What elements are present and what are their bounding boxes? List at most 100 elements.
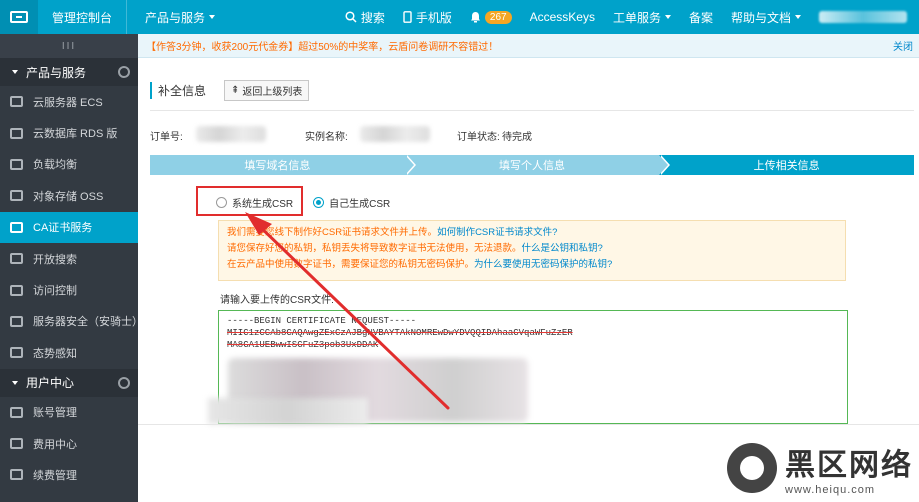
csr-line: -----BEGIN CERTIFICATE REQUEST-----: [227, 316, 417, 326]
record-link[interactable]: 备案: [680, 0, 722, 34]
progress-steps: 填写域名信息 填写个人信息 上传相关信息: [150, 155, 915, 175]
instance-name-redacted: [360, 126, 430, 142]
order-no-redacted: [196, 126, 266, 142]
sidebar-collapse-handle[interactable]: III: [0, 34, 138, 58]
sidebar-group-label: 产品与服务: [26, 65, 87, 80]
sidebar-item-label: 云服务器 ECS: [33, 96, 103, 109]
sidebar-item-ca[interactable]: CA证书服务: [0, 211, 138, 243]
radio-unchecked-icon[interactable]: [216, 197, 227, 208]
step-arrow: [404, 155, 414, 175]
console-title[interactable]: 管理控制台: [38, 9, 126, 26]
step-personal-info: 填写个人信息: [404, 155, 671, 175]
shield-icon: [10, 315, 23, 327]
warning-line-1: 我们需要您线下制作好CSR证书请求文件并上传。如何制作CSR证书请求文件?: [227, 225, 837, 241]
user-menu[interactable]: [810, 0, 919, 34]
sidebar-item-label: 费用中心: [33, 438, 77, 451]
csr-line: MIIC1zCCAb8CAQAwgZExCzAJBgNVBAYTAkNOMREw…: [227, 328, 573, 338]
radio-checked-icon[interactable]: [313, 197, 325, 208]
csr-line: MA8GA1UEBwwISGFuZ3pob3UxDDAK: [227, 340, 379, 350]
mobile-button[interactable]: 手机版: [394, 0, 461, 34]
sidebar-item-billing[interactable]: 费用中心: [0, 428, 138, 459]
sidebar-item-label: 账号管理: [33, 407, 77, 420]
watermark: 黑区网络 www.heiqu.com: [727, 440, 913, 496]
storage-icon: [10, 190, 23, 202]
sidebar-item-account[interactable]: 账号管理: [0, 397, 138, 428]
sidebar-item-label: 开放搜索: [33, 253, 77, 266]
bell-icon: [470, 12, 480, 23]
sidebar-group-label: 用户中心: [26, 376, 75, 391]
sidebar-item-label: 负载均衡: [33, 159, 77, 172]
sidebar-group-products[interactable]: 产品与服务: [0, 58, 138, 86]
notice-close-button[interactable]: 关闭: [893, 38, 919, 53]
instance-label: 实例名称:: [305, 132, 348, 143]
chevron-down-icon: [795, 15, 801, 19]
sidebar-group-user-center[interactable]: 用户中心: [0, 368, 138, 397]
page-title: 补全信息: [150, 81, 206, 99]
database-icon: [10, 127, 23, 139]
promo-notice-link[interactable]: 【作答3分钟，收获200元代金券】超过50%的中奖率，云盾问卷调研不容错过！: [146, 38, 893, 53]
products-menu[interactable]: 产品与服务: [127, 9, 233, 26]
console-logo[interactable]: [0, 0, 38, 34]
back-to-list-button[interactable]: ⇞ 返回上级列表: [224, 79, 310, 101]
csr-input-label: 请输入要上传的CSR文件:: [220, 295, 334, 306]
warning-line-2: 请您保存好您的私钥，私钥丢失将导致数字证书无法使用，无法退款。什么是公钥和私钥?: [227, 241, 837, 257]
sidebar-item-oss[interactable]: 对象存储 OSS: [0, 180, 138, 211]
sidebar-item-ram[interactable]: 访问控制: [0, 274, 138, 305]
gear-icon[interactable]: [118, 66, 130, 78]
watermark-url: www.heiqu.com: [785, 484, 876, 496]
sidebar-item-security[interactable]: 服务器安全（安骑士）: [0, 306, 143, 337]
sidebar-item-label: 服务器安全（安骑士）: [33, 316, 143, 329]
content-divider: [138, 424, 919, 425]
csr-option-self[interactable]: 自己生成CSR: [313, 195, 390, 210]
sidebar-item-rds[interactable]: 云数据库 RDS 版: [0, 117, 138, 148]
no-password-help-link[interactable]: 为什么要使用无密码保护的私钥?: [474, 259, 612, 270]
console-logo-icon: [10, 11, 28, 23]
csr-help-link[interactable]: 如何制作CSR证书请求文件?: [437, 227, 557, 238]
help-menu-label: 帮助与文档: [730, 10, 791, 25]
csr-option-group: 系统生成CSR 自己生成CSR: [216, 195, 390, 210]
order-status-label: 订单状态:: [457, 132, 500, 143]
gear-icon[interactable]: [118, 376, 130, 389]
access-control-icon: [10, 284, 23, 296]
chevron-down-icon: [12, 380, 18, 385]
search-button[interactable]: 搜索: [336, 0, 394, 34]
step-label: 填写域名信息: [244, 160, 311, 172]
search-icon: [345, 11, 357, 23]
csr-redacted-area: [208, 398, 368, 424]
warning-line-3: 在云产品中使用数字证书，需要保证您的私钥无密码保护。为什么要使用无密码保护的私钥…: [227, 257, 837, 273]
key-help-link[interactable]: 什么是公钥和私钥?: [522, 243, 603, 254]
warning-text: 请您保存好您的私钥，私钥丢失将导致数字证书无法使用，无法退款。: [227, 243, 522, 254]
step-upload-info: 上传相关信息: [659, 155, 915, 175]
csr-option-system-label: 系统生成CSR: [232, 199, 294, 210]
renew-icon: [10, 469, 23, 481]
load-balancer-icon: [10, 158, 23, 170]
back-button-label: 返回上级列表: [242, 86, 303, 98]
server-icon: [10, 96, 23, 108]
header-divider: [150, 110, 914, 111]
help-menu[interactable]: 帮助与文档: [722, 0, 810, 34]
sidebar-item-label: 对象存储 OSS: [33, 190, 104, 203]
user-icon: [10, 406, 23, 418]
watermark-name: 黑区网络: [785, 449, 913, 482]
ticket-menu[interactable]: 工单服务: [604, 0, 680, 34]
order-no-label: 订单号:: [150, 132, 183, 143]
sidebar-item-opensearch[interactable]: 开放搜索: [0, 243, 138, 274]
sidebar-item-renewal[interactable]: 续费管理: [0, 459, 138, 490]
products-menu-label: 产品与服务: [145, 10, 206, 25]
step-arrow: [659, 155, 669, 175]
order-status-value: 待完成: [502, 132, 532, 143]
csr-option-system[interactable]: 系统生成CSR: [216, 195, 293, 210]
chevron-down-icon: [209, 15, 216, 19]
sidebar-item-slb[interactable]: 负载均衡: [0, 149, 138, 180]
sidebar-item-label: 云数据库 RDS 版: [33, 128, 118, 141]
order-info-row: 订单号: 实例名称: 订单状态: 待完成: [150, 126, 910, 144]
notifications-button[interactable]: 267: [461, 0, 521, 34]
phone-icon: [403, 11, 412, 23]
notification-count-badge: 267: [484, 10, 512, 24]
search-label: 搜索: [360, 10, 385, 25]
sidebar-item-awareness[interactable]: 态势感知: [0, 337, 138, 368]
warning-text: 在云产品中使用数字证书，需要保证您的私钥无密码保护。: [227, 259, 475, 270]
user-name-redacted: [819, 11, 907, 23]
accesskeys-link[interactable]: AccessKeys: [521, 0, 604, 34]
sidebar-item-ecs[interactable]: 云服务器 ECS: [0, 86, 138, 117]
